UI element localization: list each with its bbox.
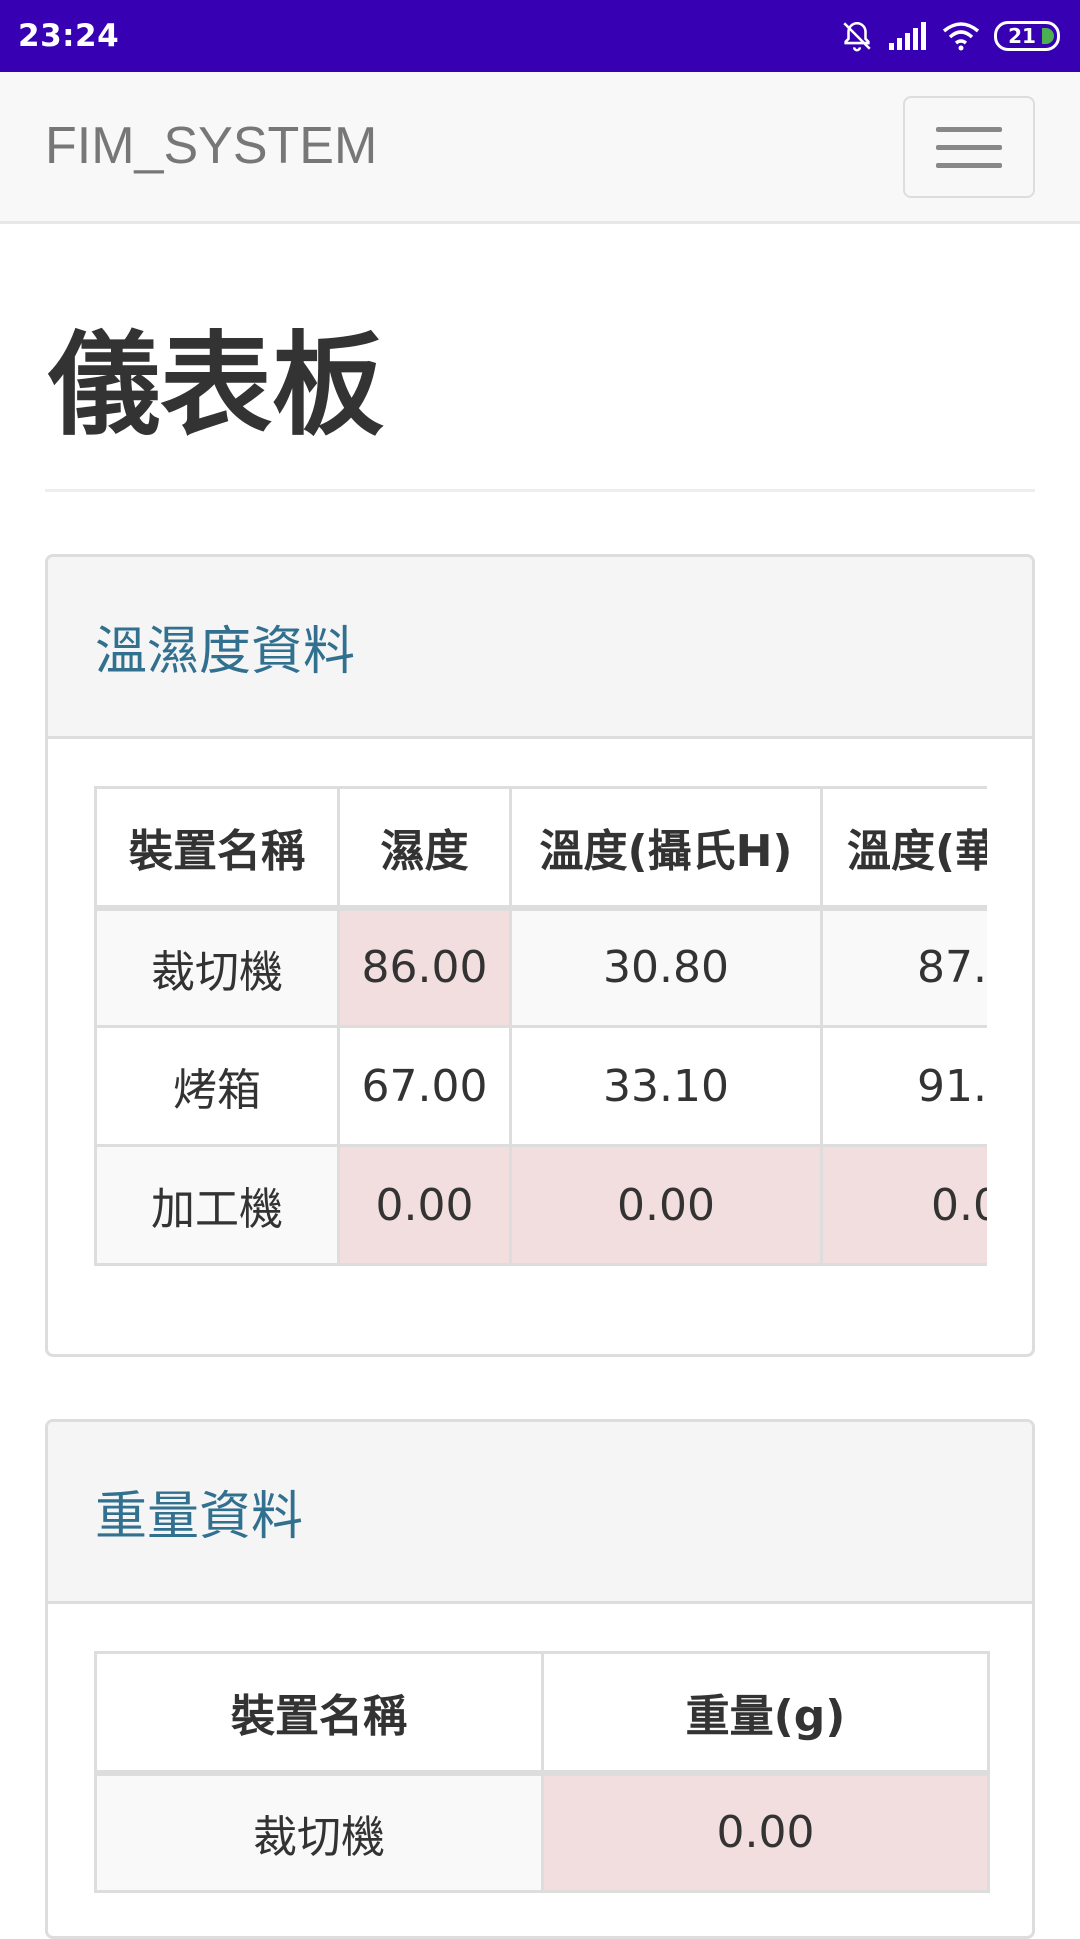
bell-off-icon [843,21,871,52]
weight-panel: 重量資料 裝置名稱 重量(g) 裁切機 0.00 [45,1419,1035,1939]
panel-heading: 溫濕度資料 [48,557,1032,739]
temp-c-cell: 33.10 [509,1025,823,1147]
temp-f-cell: 91.5 [820,1025,987,1147]
humidity-cell: 86.00 [337,906,512,1028]
hamburger-menu-button[interactable] [903,96,1035,198]
weight-table: 裝置名稱 重量(g) 裁切機 0.00 [94,1651,990,1893]
navbar-brand[interactable]: FIM_SYSTEM [45,116,377,176]
hamburger-bar [936,144,1002,150]
column-header-temp-c: 溫度(攝氏H) [509,786,823,911]
temp-humidity-table: 裝置名稱 濕度 溫度(攝氏H) 溫度(華 裁切機 86.00 30.80 87.… [94,786,987,1266]
device-name-cell: 烤箱 [94,1025,340,1147]
status-bar: 23:24 21 [0,0,1080,72]
panel-title: 溫濕度資料 [95,622,356,682]
panel-heading: 重量資料 [48,1422,1032,1604]
panel-title: 重量資料 [95,1487,304,1547]
signal-icon [889,22,926,50]
table-scroll-container[interactable]: 裝置名稱 濕度 溫度(攝氏H) 溫度(華 裁切機 86.00 30.80 87.… [94,786,987,1266]
device-name-cell: 裁切機 [94,906,340,1028]
status-time: 23:24 [18,18,120,54]
weight-cell: 0.00 [541,1771,990,1893]
navbar: FIM_SYSTEM [0,72,1080,224]
humidity-cell: 0.00 [337,1144,512,1266]
table-row: 裁切機 0.00 [94,1771,990,1893]
table-row: 裁切機 86.00 30.80 87.4 [94,906,987,1028]
status-icons: 21 [840,19,1060,53]
table-header-row: 裝置名稱 濕度 溫度(攝氏H) 溫度(華 [94,786,987,911]
column-header-temp-f: 溫度(華 [820,786,987,911]
humidity-cell: 67.00 [337,1025,512,1147]
temp-f-cell: 87.4 [820,906,987,1028]
title-divider [45,489,1035,492]
temp-humidity-panel: 溫濕度資料 裝置名稱 濕度 溫度(攝氏H) 溫度(華 裁切機 86.00 30.… [45,554,1035,1357]
hamburger-menu-icon [936,126,1002,132]
wifi-icon [942,22,980,51]
column-header-weight: 重量(g) [541,1651,990,1776]
temp-f-cell: 0.00 [820,1144,987,1266]
column-header-device: 裝置名稱 [94,1651,544,1776]
device-name-cell: 裁切機 [94,1771,544,1893]
table-header-row: 裝置名稱 重量(g) [94,1651,990,1776]
column-header-device: 裝置名稱 [94,786,340,911]
battery-icon: 21 [994,21,1060,51]
table-row: 加工機 0.00 0.00 0.00 [94,1144,987,1266]
column-header-humidity: 濕度 [337,786,512,911]
device-name-cell: 加工機 [94,1144,340,1266]
page-title: 儀表板 [48,321,384,451]
temp-c-cell: 30.80 [509,906,823,1028]
temp-c-cell: 0.00 [509,1144,823,1266]
table-row: 烤箱 67.00 33.10 91.5 [94,1025,987,1147]
hamburger-bar [936,162,1002,168]
battery-level: 21 [1008,24,1036,48]
